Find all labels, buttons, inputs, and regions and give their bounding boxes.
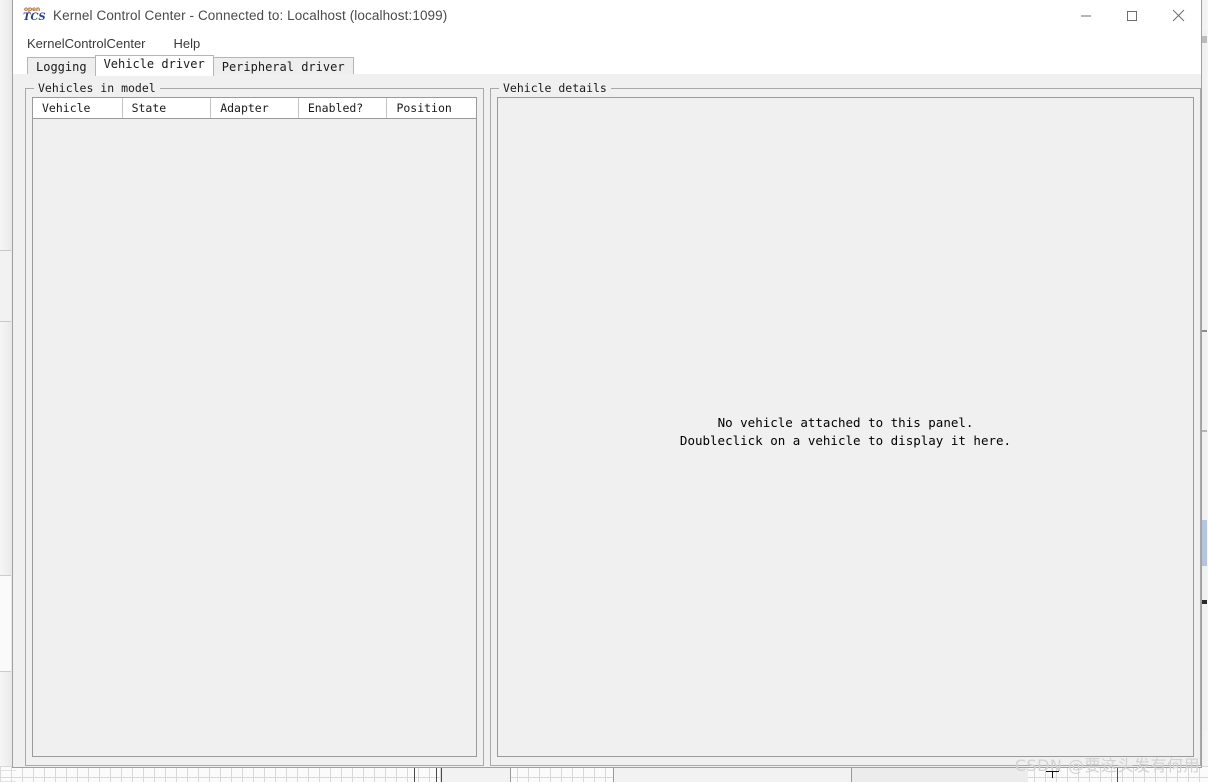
background-left-marker-2	[0, 575, 11, 672]
column-header-enabled[interactable]: Enabled?	[298, 98, 388, 118]
background-bottom-tick-2	[436, 766, 437, 782]
background-left-marker	[0, 250, 11, 322]
background-bottom-marker-magenta	[1117, 766, 1118, 782]
vehicle-details-title: Vehicle details	[499, 81, 611, 95]
vehicles-table-body[interactable]	[33, 119, 476, 756]
column-header-position[interactable]: Position	[387, 98, 476, 118]
vehicles-table-header: Vehicle State Adapter Enabled? Position	[33, 98, 476, 119]
menu-item-help[interactable]: Help	[172, 35, 203, 52]
title-bar[interactable]: open TCS Kernel Control Center - Connect…	[13, 0, 1201, 32]
tab-vehicle-driver[interactable]: Vehicle driver	[94, 55, 214, 76]
menu-item-kernelcontrolcenter[interactable]: KernelControlCenter	[25, 35, 148, 52]
close-button[interactable]	[1155, 0, 1201, 31]
column-header-adapter[interactable]: Adapter	[211, 98, 299, 118]
logo-tcs-text: TCS	[23, 11, 46, 23]
vehicle-details-placeholder: No vehicle attached to this panel. Doubl…	[679, 415, 1012, 448]
column-header-state[interactable]: State	[122, 98, 212, 118]
maximize-icon	[1127, 10, 1137, 21]
minimize-button[interactable]	[1063, 0, 1109, 31]
close-icon	[1172, 9, 1184, 22]
window-controls	[1063, 0, 1201, 31]
tab-bar: Logging Vehicle driver Peripheral driver	[13, 55, 1201, 76]
opentcs-logo-icon: open TCS	[23, 6, 46, 26]
vehicle-details-panel: Vehicle details No vehicle attached to t…	[490, 81, 1201, 766]
menu-bar: KernelControlCenter Help	[13, 32, 1201, 55]
tab-content-vehicle-driver: Vehicles in model Vehicle State Adapter …	[13, 74, 1201, 766]
background-bottom-tick-4	[510, 766, 511, 782]
background-bottom-tick-1	[414, 766, 415, 782]
vehicle-details-frame: No vehicle attached to this panel. Doubl…	[497, 97, 1194, 757]
background-bottom-block-2	[614, 766, 852, 782]
background-bottom-tick-6	[851, 766, 852, 782]
vehicles-in-model-title: Vehicles in model	[34, 81, 160, 95]
background-bottom-tick-5	[613, 766, 614, 782]
window-title: Kernel Control Center - Connected to: Lo…	[53, 8, 448, 23]
vehicles-table[interactable]: Vehicle State Adapter Enabled? Position	[33, 98, 476, 756]
background-bottom-block-3	[852, 766, 1028, 782]
maximize-button[interactable]	[1109, 0, 1155, 31]
background-bottom-block-1	[442, 766, 510, 782]
vehicles-table-frame: Vehicle State Adapter Enabled? Position	[32, 97, 477, 757]
column-header-vehicle[interactable]: Vehicle	[33, 98, 123, 118]
vehicles-in-model-panel: Vehicles in model Vehicle State Adapter …	[25, 81, 484, 766]
background-bottom-tick-3	[441, 766, 442, 782]
minimize-icon	[1081, 15, 1091, 16]
kernel-control-center-window: open TCS Kernel Control Center - Connect…	[12, 0, 1202, 768]
